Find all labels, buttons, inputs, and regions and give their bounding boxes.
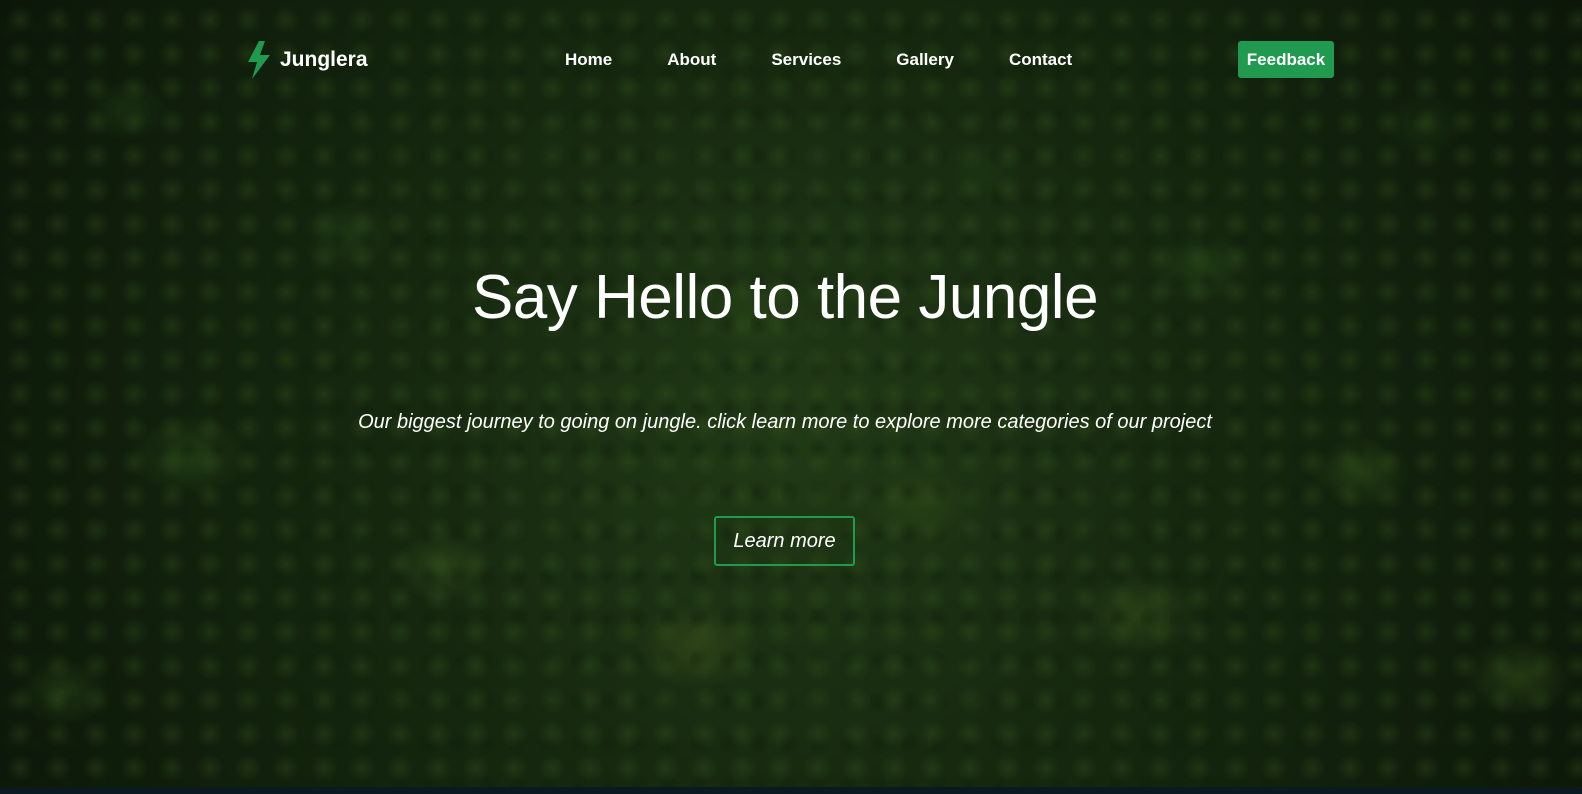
hero-subtitle: Our biggest journey to going on jungle. …: [358, 411, 1212, 433]
learn-more-button[interactable]: Learn more: [714, 516, 855, 566]
hero-content: Say Hello to the Jungle Our biggest jour…: [0, 0, 1582, 787]
hero-section: Junglera Home About Services Gallery Con…: [0, 0, 1582, 787]
hero-title: Say Hello to the Jungle: [471, 263, 1099, 332]
bottom-strip: [0, 787, 1582, 794]
